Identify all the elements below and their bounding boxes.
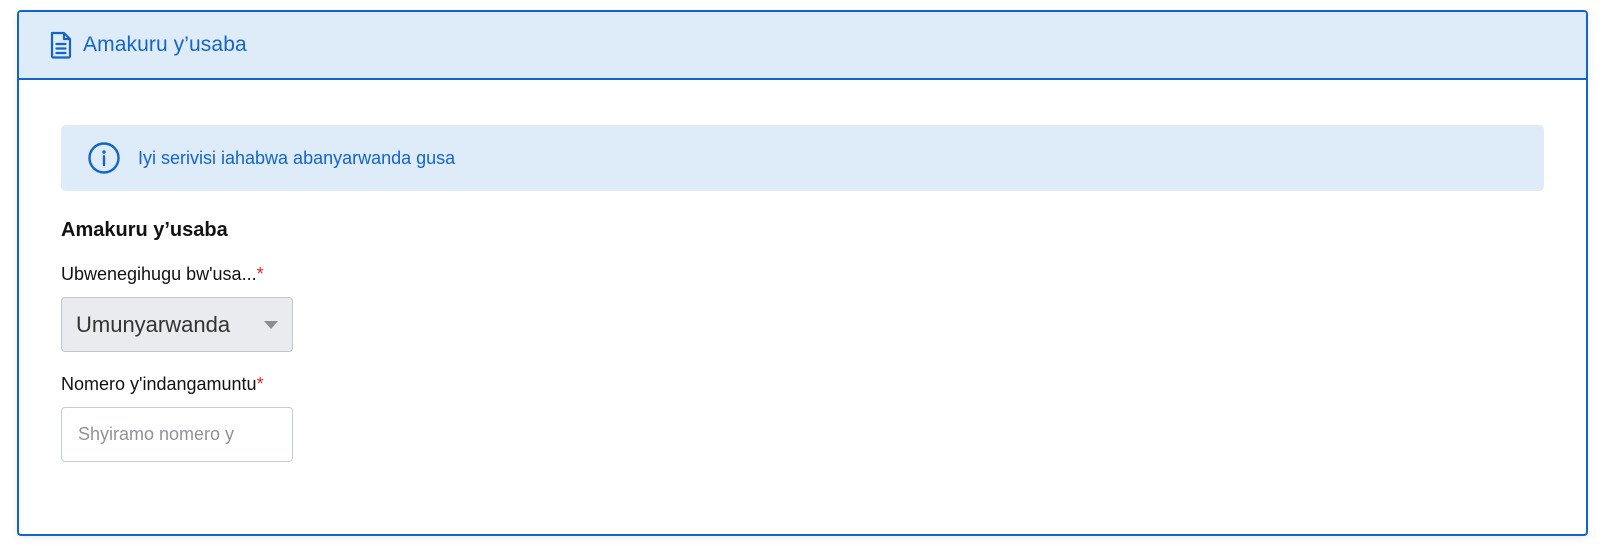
nationality-label: Ubwenegihugu bw'usa...*	[61, 264, 1544, 285]
card-title: Amakuru y’usaba	[83, 33, 247, 56]
section-title: Amakuru y’usaba	[61, 219, 228, 241]
caret-down-icon	[264, 320, 278, 329]
required-mark: *	[256, 264, 264, 284]
nationality-select[interactable]: Umunyarwanda	[61, 297, 293, 352]
id-number-label-text: Nomero y'indangamuntu	[61, 374, 257, 394]
card-header: Amakuru y’usaba	[19, 12, 1586, 80]
info-alert: Iyi serivisi iahabwa abanyarwanda gusa	[61, 125, 1544, 191]
nationality-label-text: Ubwenegihugu bw'usa...	[61, 264, 257, 284]
card-body: Iyi serivisi iahabwa abanyarwanda gusa A…	[19, 80, 1586, 462]
document-icon	[49, 31, 73, 59]
applicant-info-card: Amakuru y’usaba Iyi serivisi iahabwa aba…	[17, 10, 1588, 536]
id-number-input[interactable]	[61, 407, 293, 462]
info-icon	[87, 141, 121, 175]
required-mark: *	[256, 374, 264, 394]
id-number-label: Nomero y'indangamuntu*	[61, 374, 1544, 395]
nationality-selected-value: Umunyarwanda	[76, 311, 231, 337]
alert-text: Iyi serivisi iahabwa abanyarwanda gusa	[138, 147, 456, 168]
